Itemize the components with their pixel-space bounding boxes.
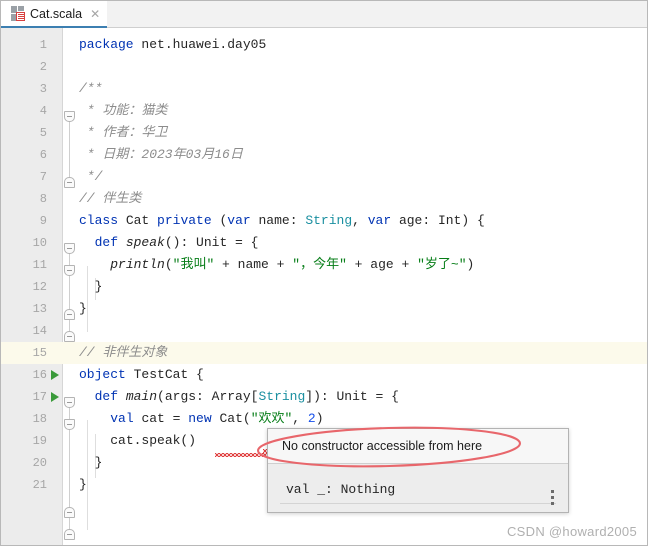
line-number-18: 18	[32, 412, 47, 426]
ide-window: Cat.scala ✕ 1 package net.huawei.day05 2 3 /…	[0, 0, 648, 546]
code-line-3[interactable]: 3 /**	[1, 78, 647, 100]
line-number-17: 17	[32, 390, 47, 404]
code-line-13[interactable]: 13}	[1, 298, 647, 320]
line-number-3: 3	[39, 82, 47, 96]
code-text-line-15: // 非伴生对象	[79, 345, 168, 360]
fold-marker-class-close[interactable]	[64, 331, 75, 342]
fold-marker-object-open[interactable]	[64, 397, 75, 408]
tooltip-divider	[280, 503, 556, 504]
fold-marker-object-close[interactable]	[64, 529, 75, 540]
line-number-2: 2	[39, 60, 47, 74]
code-line-2[interactable]: 2	[1, 56, 647, 78]
code-text-line-3: /**	[79, 81, 103, 96]
tab-label: Cat.scala	[30, 6, 83, 21]
code-line-7[interactable]: 7 */	[1, 166, 647, 188]
tab-cat-scala[interactable]: Cat.scala ✕	[1, 1, 108, 28]
line-number-5: 5	[39, 126, 47, 140]
fold-marker-comment-open[interactable]	[64, 111, 75, 122]
line-number-1: 1	[39, 38, 47, 52]
fold-marker-class-open[interactable]	[64, 243, 75, 254]
code-line-17[interactable]: 17 def main(args: Array[String]): Unit =…	[1, 386, 647, 408]
line-number-6: 6	[39, 148, 47, 162]
code-text-line-20: }	[94, 455, 103, 470]
tooltip-message: No constructor accessible from here	[268, 429, 568, 464]
code-text-line-8: // 伴生类	[79, 191, 142, 206]
line-number-10: 10	[32, 236, 47, 250]
code-text-line-12: }	[94, 279, 103, 294]
line-number-9: 9	[39, 214, 47, 228]
code-text-line-19: cat.speak()	[110, 433, 197, 448]
code-text-line-17: def main(args: Array[String]): Unit = {	[94, 389, 399, 404]
code-text-line-4: * 功能：猫类	[79, 103, 168, 118]
line-number-12: 12	[32, 280, 47, 294]
code-line-8[interactable]: 8 // 伴生类	[1, 188, 647, 210]
code-text-line-1: package net.huawei.day05	[79, 37, 267, 52]
fold-rail-line-main	[69, 420, 70, 508]
code-text-line-5: * 作者：华卫	[79, 125, 168, 140]
line-number-8: 8	[39, 192, 47, 206]
code-line-1[interactable]: 1 package net.huawei.day05	[1, 34, 647, 56]
code-line-4[interactable]: 4 * 功能：猫类	[1, 100, 647, 122]
code-text-line-21: }	[79, 477, 87, 492]
fold-marker-method-open[interactable]	[64, 265, 75, 276]
line-number-16: 16	[32, 368, 47, 382]
code-line-12[interactable]: 12 }	[1, 276, 647, 298]
fold-marker-main-open[interactable]	[64, 419, 75, 430]
code-text-line-11: println("我叫" + name + "，今年" + age + "岁了~…	[110, 257, 475, 272]
csdn-watermark: CSDN @howard2005	[506, 524, 637, 539]
code-text-line-6: * 日期：2023年03月16日	[79, 147, 243, 162]
code-text-line-7: */	[79, 169, 103, 184]
run-arrow-icon-line-17[interactable]	[51, 392, 59, 402]
code-text-line-13: }	[79, 301, 87, 316]
editor-tab-bar: Cat.scala ✕	[1, 1, 647, 28]
fold-marker-comment-close[interactable]	[64, 177, 75, 188]
error-tooltip-popup[interactable]: No constructor accessible from here val …	[267, 428, 569, 513]
line-number-20: 20	[32, 456, 47, 470]
line-number-21: 21	[32, 478, 47, 492]
run-arrow-icon-line-16[interactable]	[51, 370, 59, 380]
line-number-7: 7	[39, 170, 47, 184]
code-line-18[interactable]: 18 val cat = new Cat("欢欢", 2)	[1, 408, 647, 430]
line-number-11: 11	[32, 258, 47, 272]
code-line-5[interactable]: 5 * 作者：华卫	[1, 122, 647, 144]
code-text-line-18: val cat = new Cat("欢欢", 2)	[110, 411, 324, 426]
line-number-13: 13	[32, 302, 47, 316]
code-line-11[interactable]: 11 println("我叫" + name + "，今年" + age + "…	[1, 254, 647, 276]
code-line-10[interactable]: 10 def speak(): Unit = {	[1, 232, 647, 254]
line-number-14: 14	[32, 324, 47, 338]
code-text-line-9: class Cat private (var name: String, var…	[79, 213, 485, 228]
code-line-9[interactable]: 9 class Cat private (var name: String, va…	[1, 210, 647, 232]
code-line-15[interactable]: 15 // 非伴生对象	[1, 342, 647, 364]
kebab-menu-icon[interactable]	[551, 490, 554, 508]
fold-marker-method-close[interactable]	[64, 309, 75, 320]
close-icon[interactable]: ✕	[87, 8, 100, 20]
scala-file-icon	[11, 6, 25, 21]
tooltip-type-section: val _: Nothing	[268, 464, 568, 512]
line-number-15: 15	[32, 346, 47, 360]
code-line-16[interactable]: 16 object TestCat {	[1, 364, 647, 386]
tooltip-inferred-type: val _: Nothing	[286, 482, 396, 497]
code-text-line-16: object TestCat {	[79, 367, 204, 382]
code-line-14[interactable]: 14	[1, 320, 647, 342]
line-number-4: 4	[39, 104, 47, 118]
code-line-6[interactable]: 6 * 日期：2023年03月16日	[1, 144, 647, 166]
fold-marker-main-close[interactable]	[64, 507, 75, 518]
code-text-line-10: def speak(): Unit = {	[94, 235, 259, 250]
line-number-19: 19	[32, 434, 47, 448]
